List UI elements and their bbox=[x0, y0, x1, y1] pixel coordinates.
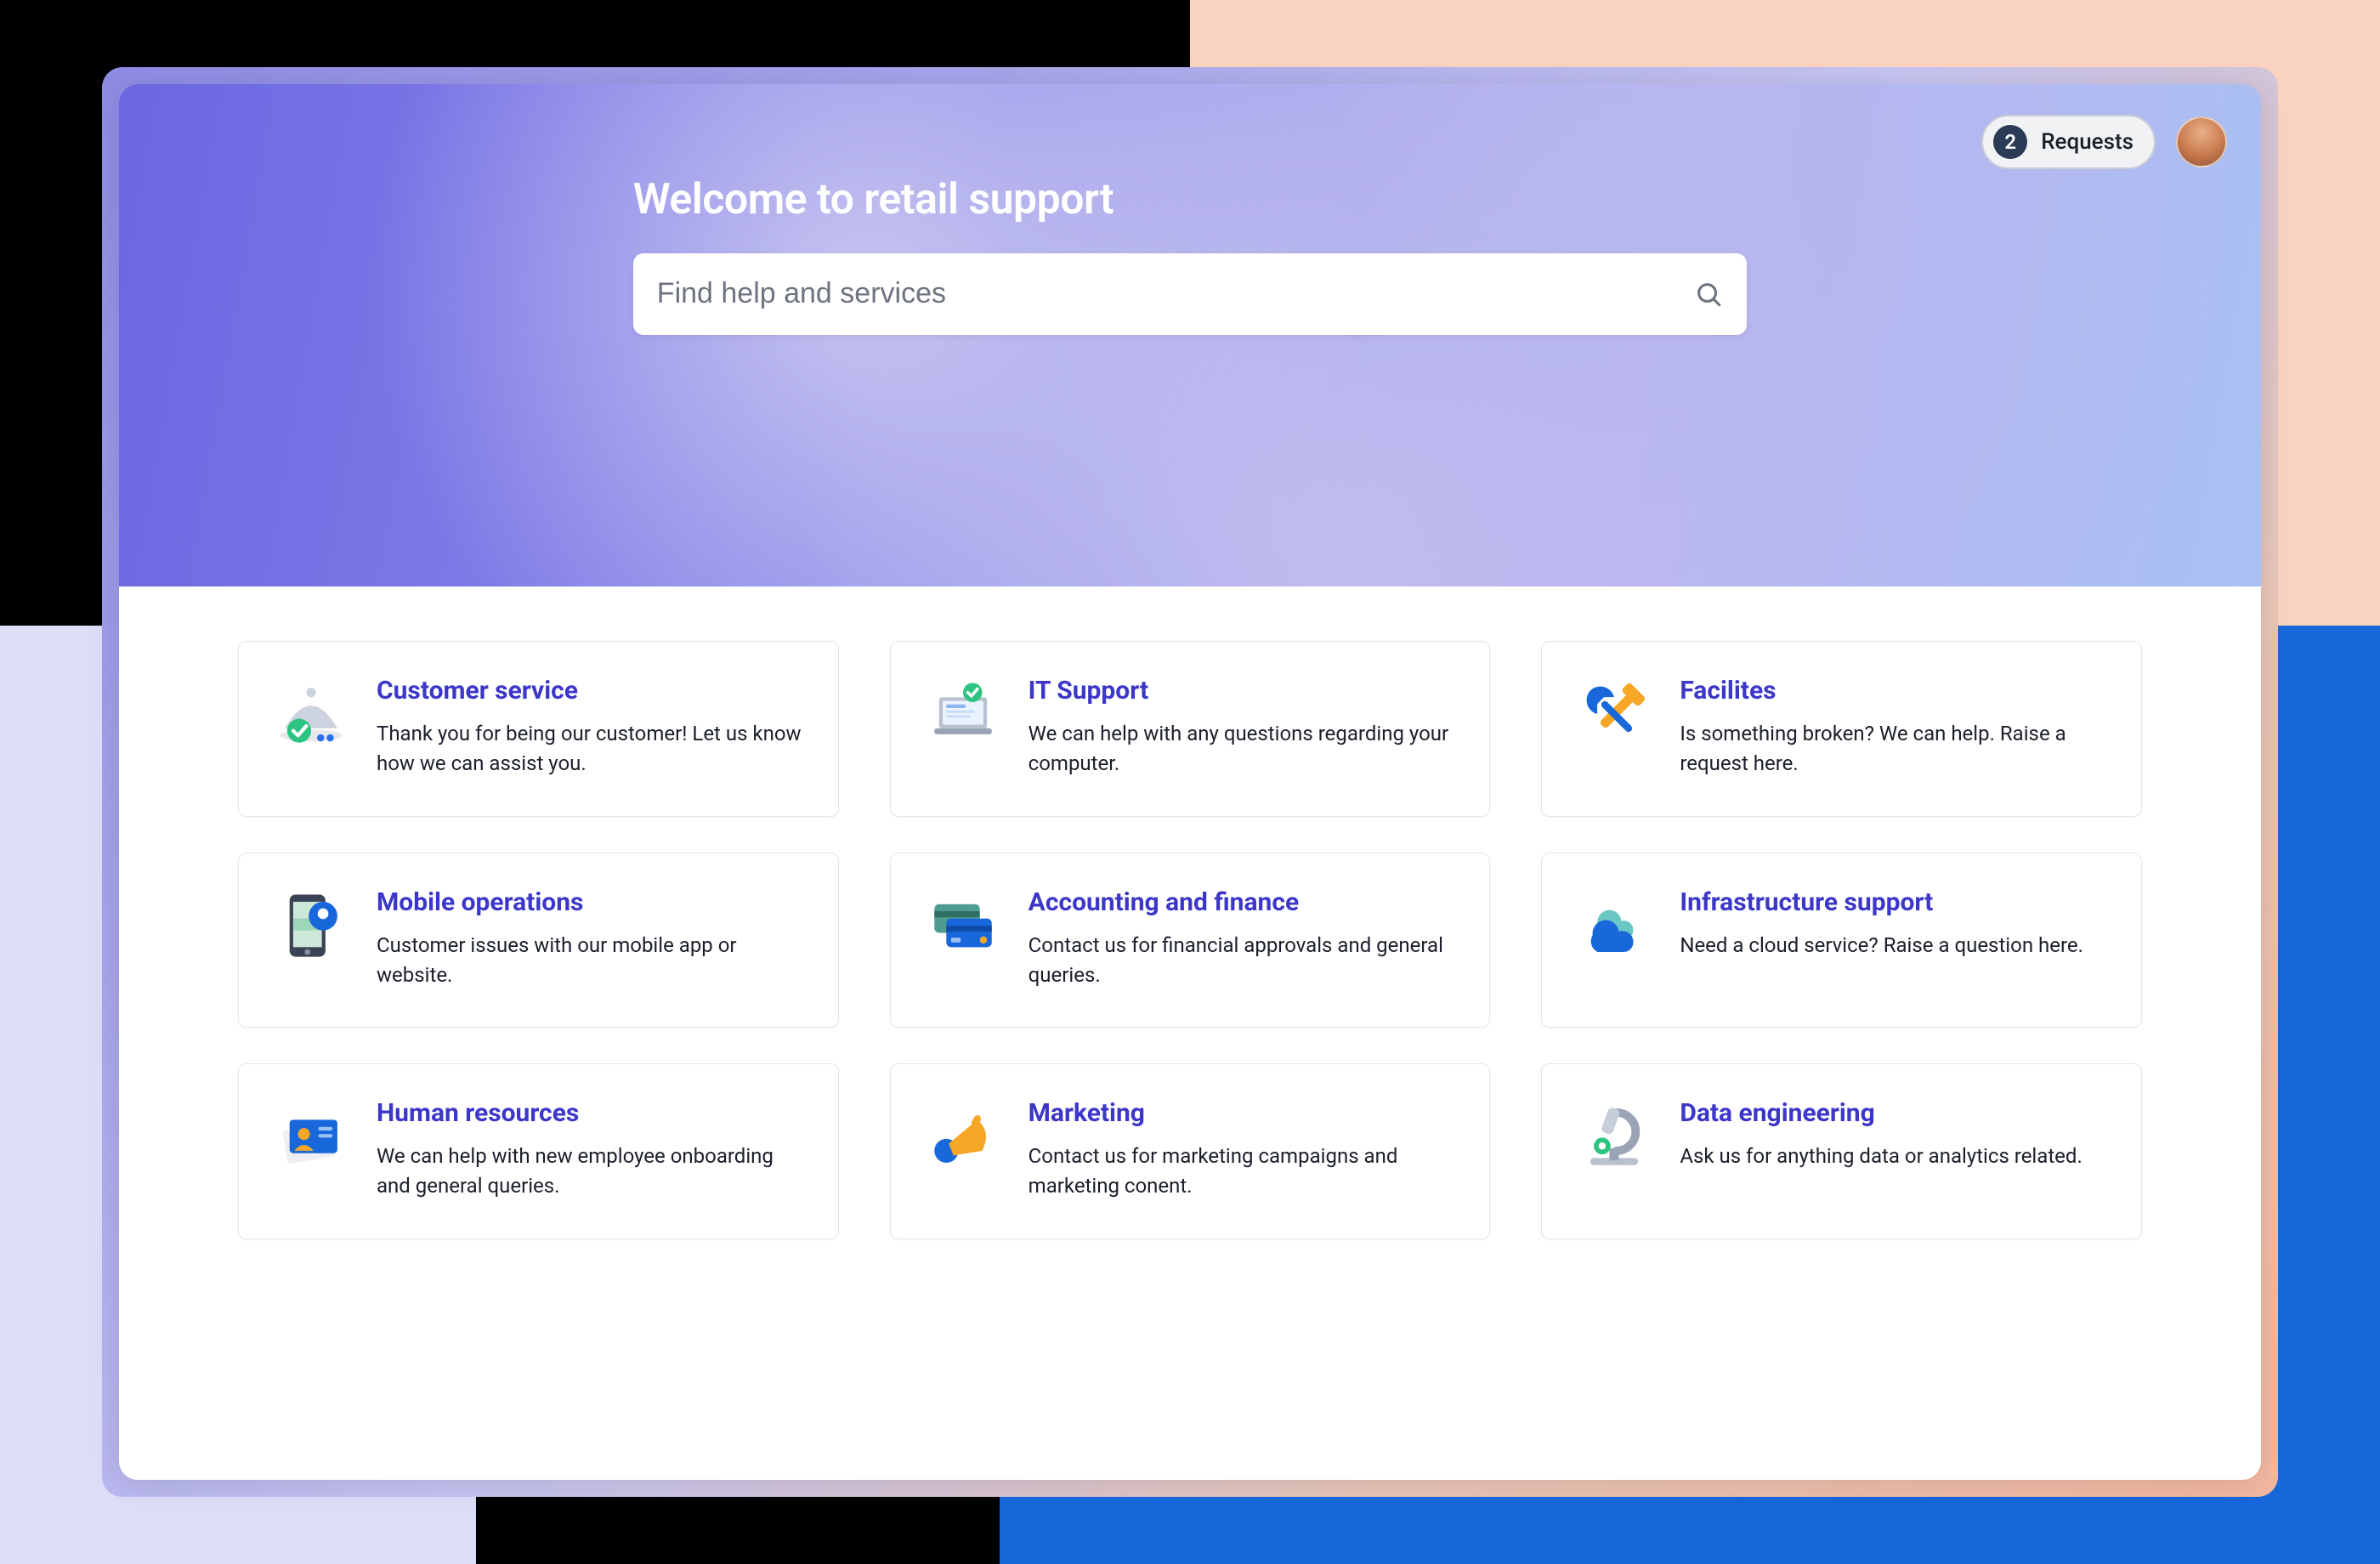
card-body: Human resources We can help with new emp… bbox=[377, 1098, 804, 1201]
card-desc: We can help with any questions regarding… bbox=[1028, 719, 1456, 779]
search-input[interactable] bbox=[657, 277, 1694, 310]
card-desc: Need a cloud service? Raise a question h… bbox=[1680, 931, 2107, 960]
card-body: Customer service Thank you for being our… bbox=[377, 676, 804, 779]
card-title: Human resources bbox=[377, 1098, 804, 1128]
credit-cards-icon bbox=[925, 887, 1001, 964]
card-body: Marketing Contact us for marketing campa… bbox=[1028, 1098, 1456, 1201]
card-it-support[interactable]: IT Support We can help with any question… bbox=[890, 641, 1491, 817]
laptop-check-icon bbox=[925, 676, 1001, 752]
header-actions: 2 Requests bbox=[1981, 115, 2227, 169]
microscope-icon bbox=[1576, 1098, 1652, 1175]
card-title: Infrastructure support bbox=[1680, 887, 2107, 917]
page-title: Welcome to retail support bbox=[633, 175, 1747, 224]
card-body: Mobile operations Customer issues with o… bbox=[377, 887, 804, 990]
card-data-engineering[interactable]: Data engineering Ask us for anything dat… bbox=[1541, 1063, 2142, 1239]
avatar[interactable] bbox=[2176, 116, 2227, 167]
cloud-icon bbox=[1576, 887, 1652, 964]
card-title: Marketing bbox=[1028, 1098, 1456, 1128]
id-card-icon bbox=[273, 1098, 349, 1175]
search-bar[interactable] bbox=[633, 253, 1747, 335]
card-infrastructure-support[interactable]: Infrastructure support Need a cloud serv… bbox=[1541, 853, 2142, 1028]
card-title: Facilites bbox=[1680, 676, 2107, 706]
card-desc: We can help with new employee onboarding… bbox=[377, 1142, 804, 1201]
card-title: Customer service bbox=[377, 676, 804, 706]
card-desc: Contact us for marketing campaigns and m… bbox=[1028, 1142, 1456, 1201]
card-desc: Contact us for financial approvals and g… bbox=[1028, 931, 1456, 990]
hero: 2 Requests Welcome to retail support bbox=[119, 84, 2261, 586]
card-body: Infrastructure support Need a cloud serv… bbox=[1680, 887, 2107, 990]
hero-inner: Welcome to retail support bbox=[633, 175, 1747, 335]
card-desc: Ask us for anything data or analytics re… bbox=[1680, 1142, 2107, 1171]
search-icon bbox=[1694, 280, 1723, 309]
card-facilities[interactable]: Facilites Is something broken? We can he… bbox=[1541, 641, 2142, 817]
card-body: Data engineering Ask us for anything dat… bbox=[1680, 1098, 2107, 1201]
requests-label: Requests bbox=[2041, 129, 2134, 155]
card-accounting-finance[interactable]: Accounting and finance Contact us for fi… bbox=[890, 853, 1491, 1028]
card-marketing[interactable]: Marketing Contact us for marketing campa… bbox=[890, 1063, 1491, 1239]
megaphone-icon bbox=[925, 1098, 1001, 1175]
card-desc: Thank you for being our customer! Let us… bbox=[377, 719, 804, 779]
card-human-resources[interactable]: Human resources We can help with new emp… bbox=[238, 1063, 839, 1239]
card-desc: Is something broken? We can help. Raise … bbox=[1680, 719, 2107, 779]
card-body: Accounting and finance Contact us for fi… bbox=[1028, 887, 1456, 990]
card-title: Mobile operations bbox=[377, 887, 804, 917]
tools-icon bbox=[1576, 676, 1652, 752]
app-window: 2 Requests Welcome to retail support bbox=[119, 84, 2261, 1479]
card-title: Data engineering bbox=[1680, 1098, 2107, 1128]
card-title: Accounting and finance bbox=[1028, 887, 1456, 917]
stage: 2 Requests Welcome to retail support bbox=[0, 0, 2380, 1564]
card-desc: Customer issues with our mobile app or w… bbox=[377, 931, 804, 990]
card-mobile-operations[interactable]: Mobile operations Customer issues with o… bbox=[238, 853, 839, 1028]
mobile-pin-icon bbox=[273, 887, 349, 964]
card-customer-service[interactable]: Customer service Thank you for being our… bbox=[238, 641, 839, 817]
card-body: IT Support We can help with any question… bbox=[1028, 676, 1456, 779]
requests-count-badge: 2 bbox=[1993, 125, 2027, 159]
requests-button[interactable]: 2 Requests bbox=[1981, 115, 2156, 169]
platter-check-icon bbox=[273, 676, 349, 752]
card-title: IT Support bbox=[1028, 676, 1456, 706]
cards-section: Customer service Thank you for being our… bbox=[119, 586, 2261, 1294]
card-body: Facilites Is something broken? We can he… bbox=[1680, 676, 2107, 779]
cards-grid: Customer service Thank you for being our… bbox=[238, 641, 2142, 1239]
